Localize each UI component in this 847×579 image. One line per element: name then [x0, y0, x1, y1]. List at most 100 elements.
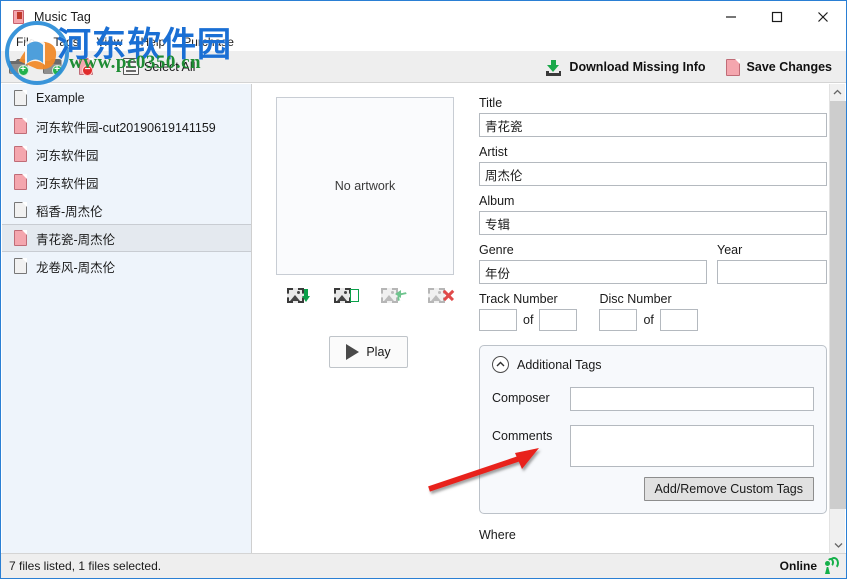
- year-field-group: Year: [717, 243, 827, 284]
- list-item[interactable]: 稻香-周杰伦: [2, 196, 251, 224]
- composer-label: Composer: [492, 391, 550, 405]
- artwork-box[interactable]: No artwork: [276, 97, 454, 275]
- maximize-button[interactable]: [754, 1, 800, 33]
- album-label: Album: [479, 194, 515, 208]
- file-icon: [14, 90, 27, 106]
- menu-view[interactable]: View: [88, 33, 132, 51]
- toolbar: + + − Select All Download Missing Info S…: [1, 51, 846, 83]
- toolbar-right-group: Download Missing Info Save Changes: [537, 51, 840, 83]
- disc-total-input[interactable]: [659, 309, 698, 331]
- year-input[interactable]: [717, 260, 827, 284]
- window-title: Music Tag: [34, 10, 91, 24]
- save-changes-button[interactable]: Save Changes: [718, 54, 840, 80]
- list-item[interactable]: 河东软件园-cut20190619141159: [2, 112, 251, 140]
- menu-tags[interactable]: Tags: [44, 33, 87, 51]
- title-input[interactable]: [479, 113, 827, 137]
- minimize-button[interactable]: [708, 1, 754, 33]
- file-icon: [14, 202, 27, 218]
- custom-tags-button-row: Add/Remove Custom Tags: [492, 477, 814, 501]
- save-changes-label: Save Changes: [746, 60, 832, 74]
- play-triangle-icon: [346, 344, 360, 360]
- play-button[interactable]: Play: [329, 336, 408, 368]
- list-item-label: 青花瓷-周杰伦: [36, 232, 116, 247]
- list-item[interactable]: Example: [2, 84, 251, 112]
- artwork-placeholder-label: No artwork: [334, 179, 396, 193]
- artist-label: Artist: [479, 145, 508, 159]
- play-button-label: Play: [366, 345, 391, 359]
- list-item-label: 河东软件园: [36, 176, 99, 191]
- title-label: Title: [479, 96, 503, 110]
- comments-label: Comments: [492, 429, 553, 443]
- file-icon: [14, 258, 27, 274]
- genre-input[interactable]: [479, 260, 707, 284]
- file-list[interactable]: Example 河东软件园-cut20190619141159 河东软件园 河东…: [2, 84, 252, 553]
- file-icon: [14, 230, 27, 246]
- menu-file[interactable]: File: [7, 33, 44, 51]
- genre-label: Genre: [479, 243, 514, 257]
- add-folder-button[interactable]: +: [1, 52, 35, 82]
- remove-file-button[interactable]: −: [69, 52, 103, 82]
- list-item[interactable]: 河东软件园: [2, 168, 251, 196]
- composer-input[interactable]: [570, 387, 814, 411]
- track-total-input[interactable]: [539, 309, 578, 331]
- add-file-icon: +: [42, 59, 63, 76]
- close-button[interactable]: [800, 1, 846, 33]
- select-all-label: Select All: [144, 59, 196, 74]
- add-folder-icon: +: [8, 59, 29, 76]
- file-icon: [14, 174, 27, 190]
- revert-artwork-icon[interactable]: [381, 287, 408, 306]
- status-files-text: 7 files listed, 1 files selected.: [9, 559, 162, 573]
- status-connection-label: Online: [779, 559, 817, 573]
- additional-tags-panel: Additional Tags Composer Comments Add/Re…: [479, 345, 827, 514]
- track-of-label: of: [523, 313, 534, 327]
- delete-artwork-icon[interactable]: [428, 287, 455, 306]
- scroll-up-button[interactable]: [830, 84, 845, 100]
- menu-purchase[interactable]: Purchase: [174, 33, 243, 51]
- genre-year-row: Genre Year: [479, 243, 827, 284]
- chevron-up-icon[interactable]: [492, 356, 509, 373]
- music-tag-window: Music Tag File Tags View Help Purchase +: [0, 0, 847, 579]
- select-all-button[interactable]: Select All: [117, 54, 201, 80]
- list-item[interactable]: 河东软件园: [2, 140, 251, 168]
- list-item-selected[interactable]: 青花瓷-周杰伦: [2, 224, 251, 252]
- menu-help[interactable]: Help: [132, 33, 175, 51]
- remove-file-icon: −: [79, 58, 93, 76]
- list-item-label: 河东软件园: [36, 148, 99, 163]
- scrollbar-thumb[interactable]: [830, 101, 846, 509]
- artwork-actions: [286, 287, 455, 306]
- window-controls: [708, 1, 846, 33]
- scroll-down-button[interactable]: [830, 537, 846, 553]
- additional-tags-header[interactable]: Additional Tags: [492, 356, 814, 373]
- download-missing-info-label: Download Missing Info: [569, 60, 706, 74]
- where-label: Where: [479, 528, 516, 542]
- file-icon: [14, 118, 27, 134]
- title-field-group: Title: [479, 96, 827, 137]
- app-icon: [11, 9, 27, 25]
- track-number-input[interactable]: [479, 309, 517, 331]
- disc-number-input[interactable]: [599, 309, 638, 331]
- editor-pane: No artwork Play Title 青花瓷 Artist 周杰伦 Alb…: [253, 84, 846, 553]
- artist-input[interactable]: [479, 162, 827, 186]
- play-button-wrap: Play: [276, 336, 461, 368]
- track-number-group: Track Number of: [479, 292, 578, 331]
- vertical-scrollbar[interactable]: [829, 84, 846, 553]
- composer-row: Composer: [492, 387, 814, 411]
- add-remove-custom-tags-button[interactable]: Add/Remove Custom Tags: [643, 477, 814, 501]
- list-icon: [123, 58, 139, 75]
- album-field-group: Album: [479, 194, 827, 235]
- disc-number-label: Disc Number: [599, 292, 672, 306]
- list-item-label: 龙卷风-周杰伦: [36, 260, 116, 275]
- track-number-label: Track Number: [479, 292, 558, 306]
- download-artwork-icon[interactable]: [286, 287, 310, 306]
- album-input[interactable]: [479, 211, 827, 235]
- list-item[interactable]: 龙卷风-周杰伦: [2, 252, 251, 280]
- list-item-label: 稻香-周杰伦: [36, 204, 103, 219]
- add-file-button[interactable]: +: [35, 52, 69, 82]
- year-label: Year: [717, 243, 743, 257]
- comments-row: Comments: [492, 425, 814, 467]
- download-missing-info-button[interactable]: Download Missing Info: [537, 54, 713, 80]
- file-icon: [14, 146, 27, 162]
- save-file-icon: [725, 58, 740, 76]
- paste-artwork-icon[interactable]: [333, 287, 359, 306]
- comments-textarea[interactable]: [570, 425, 814, 467]
